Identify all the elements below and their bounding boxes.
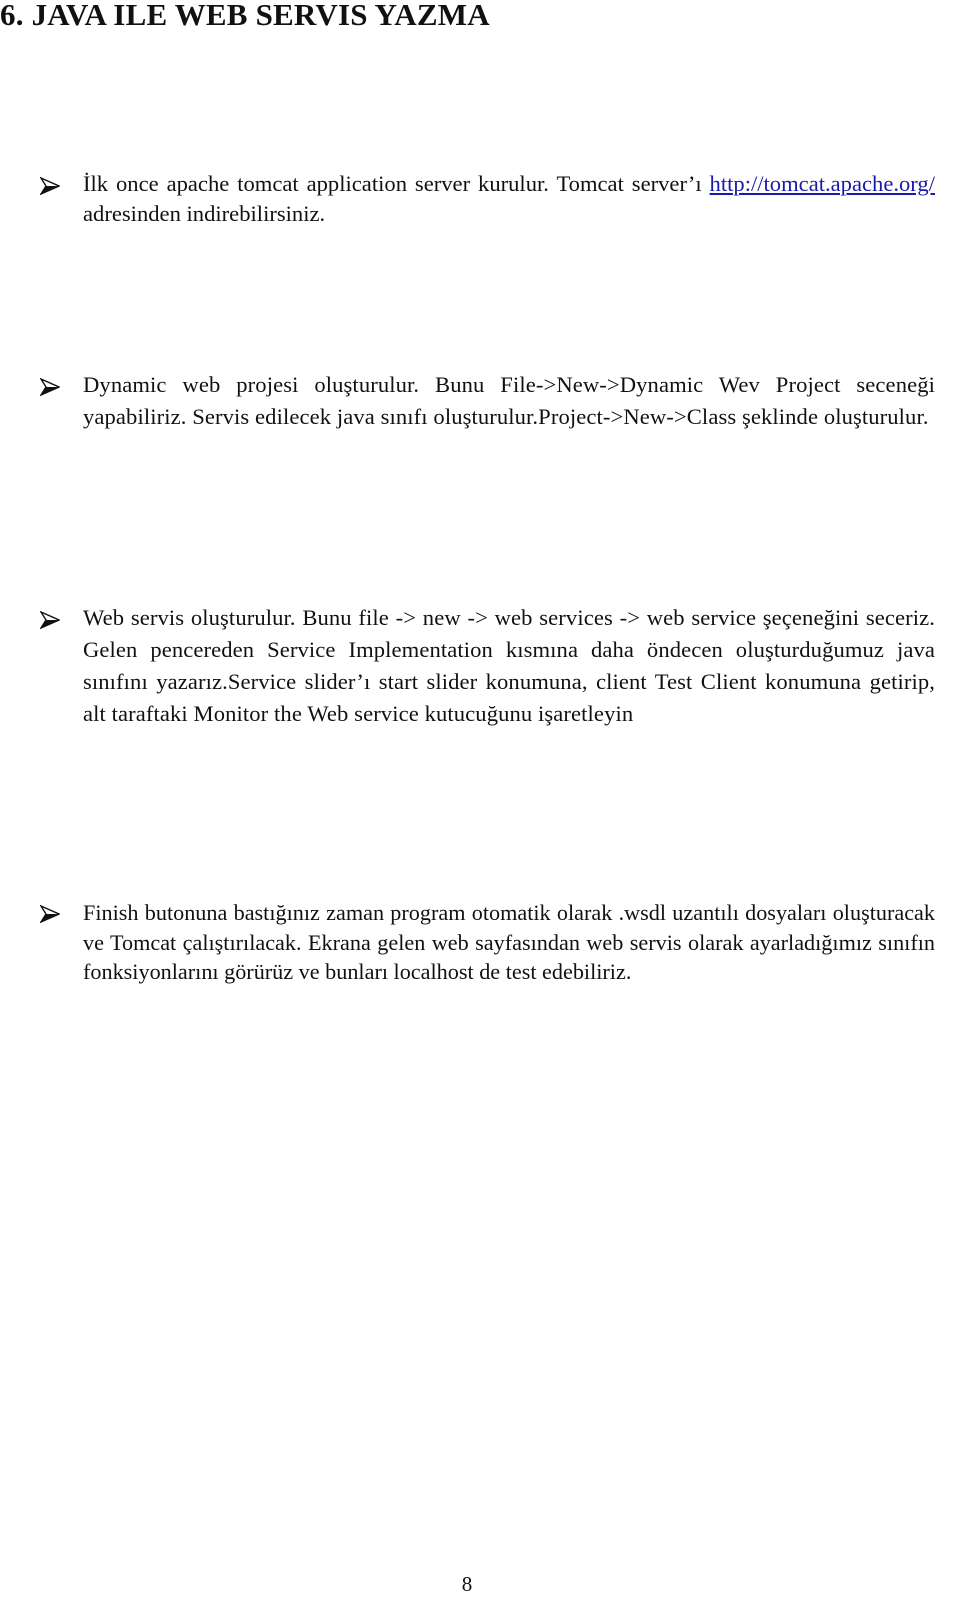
bullet-text-after-link: adresinden indirebilirsiniz. — [83, 201, 326, 226]
bullet-paragraph: Web servis oluşturulur. Bunu file -> new… — [83, 605, 935, 726]
bullet-paragraph: Finish butonuna bastığınız zaman program… — [83, 900, 935, 984]
tomcat-link[interactable]: http://tomcat.apache.org/ — [710, 171, 935, 196]
arrowhead-bullet-icon — [40, 905, 60, 923]
arrowhead-bullet-icon — [40, 611, 60, 629]
page-number: 8 — [461, 1572, 473, 1596]
bullet-paragraph: Dynamic web projesi oluşturulur. Bunu Fi… — [83, 372, 935, 429]
bullet-text-before-link: İlk once apache tomcat application serve… — [83, 171, 710, 196]
bullet-text: Web servis oluşturulur. Bunu file -> new… — [83, 602, 935, 730]
bullet-text: İlk once apache tomcat application serve… — [83, 169, 935, 229]
arrowhead-bullet-icon — [40, 177, 60, 195]
section-heading: 6. JAVA ILE WEB SERVIS YAZMA — [0, 0, 490, 32]
arrowhead-bullet-icon — [40, 378, 60, 396]
bullet-text: Finish butonuna bastığınız zaman program… — [83, 898, 935, 987]
bullet-text: Dynamic web projesi oluşturulur. Bunu Fi… — [83, 369, 935, 433]
